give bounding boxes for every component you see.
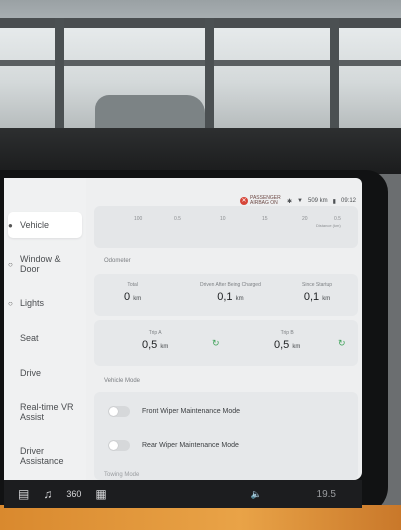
since-startup-value: 0,1 (303, 291, 320, 303)
unit: km (322, 296, 331, 302)
sidebar-item-seat[interactable]: Seat (8, 333, 82, 343)
sidebar-item-window-door[interactable]: ○ Window & Door (8, 254, 82, 274)
sidebar-item-label: Seat (20, 333, 39, 343)
trip-b-label: Trip B (280, 330, 294, 336)
camera-360-icon[interactable]: 360 (66, 489, 81, 499)
since-startup-stat: Since Startup 0,1 km (302, 282, 332, 303)
sidebar-item-label: Lights (20, 298, 45, 308)
door-icon: ○ (8, 260, 13, 269)
trip-a-value: 0,5 (142, 339, 158, 351)
sidebar-item-vr-assist[interactable]: Real-time VR Assist (8, 402, 82, 422)
assist-icon (8, 452, 16, 460)
airbag-status-text: PASSENGER AIRBAG ON (250, 195, 281, 206)
status-bar: ✕ PASSENGER AIRBAG ON ✱ ▼ 509 km ▮ 09:12 (240, 196, 356, 206)
trip-b-value: 0,5 (274, 339, 290, 351)
scale-tick: 0.5 (174, 216, 181, 222)
total-value: 0 (124, 291, 131, 303)
after-charge-stat: Driven After Being Charged 0,1 km (200, 282, 261, 303)
trip-card: Trip A 0,5 km ↻ Trip B 0,5 km ↻ (94, 320, 358, 366)
scale-tick: 15 (262, 216, 268, 222)
sidebar-item-label: Window & Door (20, 254, 61, 274)
dashboard-trim (0, 505, 401, 530)
scale-tick: 100 (134, 216, 143, 222)
rear-wiper-toggle[interactable] (108, 440, 130, 451)
battery-icon: ▮ (332, 198, 336, 205)
scale-tick: 10 (220, 216, 226, 222)
towing-mode-heading: Towing Mode (104, 472, 140, 478)
trip-a-label: Trip A (148, 330, 162, 336)
sidebar-item-drive[interactable]: Drive (8, 368, 82, 378)
total-label: Total (127, 282, 138, 288)
vehicle-mode-heading: Vehicle Mode (104, 378, 141, 384)
dashboard-top (0, 128, 401, 174)
infotainment-screen: ● Vehicle ○ Window & Door ○ Lights Seat … (4, 178, 362, 480)
wifi-icon: ▼ (297, 198, 303, 204)
front-wiper-toggle[interactable] (108, 406, 130, 417)
music-icon[interactable]: ♫ (43, 487, 52, 501)
airbag-icon: ✕ (240, 197, 248, 205)
rear-wiper-label: Rear Wiper Maintenance Mode (142, 442, 239, 449)
sidebar-item-lights[interactable]: ○ Lights (8, 298, 82, 308)
rear-wiper-row: Rear Wiper Maintenance Mode (108, 440, 239, 451)
toggle-knob (109, 441, 118, 450)
drive-icon (8, 369, 16, 377)
settings-sidebar: ● Vehicle ○ Window & Door ○ Lights Seat … (4, 178, 86, 480)
unit: km (160, 344, 169, 350)
sidebar-item-vehicle[interactable]: ● Vehicle (8, 212, 82, 238)
unit: km (235, 296, 244, 302)
airbag-indicator: ✕ PASSENGER AIRBAG ON (240, 196, 282, 206)
odometer-card: Total 0 km Driven After Being Charged 0,… (94, 274, 358, 316)
vehicle-settings-content: ✕ PASSENGER AIRBAG ON ✱ ▼ 509 km ▮ 09:12… (90, 178, 362, 480)
sidebar-item-label: Real-time VR Assist (20, 402, 74, 422)
light-icon: ○ (8, 299, 13, 308)
after-charge-value: 0,1 (217, 291, 233, 303)
clock: 09:12 (340, 198, 356, 204)
seat-icon (8, 334, 16, 342)
unit: km (292, 344, 301, 350)
sidebar-item-label: Vehicle (20, 220, 50, 230)
total-stat: Total 0 km (124, 282, 141, 303)
trip-b-reset-icon[interactable]: ↻ (338, 338, 346, 349)
distance-scale-panel: 100 0.5 10 15 20 0.5 Distance (km) (94, 206, 358, 248)
apps-grid-icon[interactable]: ▦ (95, 487, 106, 501)
front-wiper-row: Front Wiper Maintenance Mode (108, 406, 240, 417)
camera-icon (8, 408, 16, 416)
car-icon[interactable]: ▤ (18, 487, 29, 501)
scale-caption: Distance (km) (316, 223, 341, 228)
trip-b-stat: Trip B 0,5 km (274, 330, 300, 351)
scale-tick: 0.5 (334, 216, 341, 222)
bottom-taskbar: ▤ ♫ 360 ▦ 🔈 19.5 (4, 480, 362, 508)
unit: km (133, 296, 142, 302)
sidebar-item-label: Driver Assistance (20, 446, 64, 466)
front-wiper-label: Front Wiper Maintenance Mode (142, 408, 241, 415)
sidebar-item-label: Drive (20, 368, 42, 378)
volume-icon[interactable]: 🔈 (251, 489, 262, 500)
toggle-knob (109, 407, 118, 416)
trip-a-reset-icon[interactable]: ↻ (212, 338, 220, 349)
trip-a-stat: Trip A 0,5 km (142, 330, 168, 351)
climate-temperature[interactable]: 19.5 (317, 489, 336, 500)
car-icon: ● (8, 221, 13, 230)
odometer-heading: Odometer (104, 258, 131, 264)
range-readout: 509 km (307, 198, 328, 204)
sidebar-item-driver-assistance[interactable]: Driver Assistance (8, 446, 82, 466)
scale-tick: 20 (302, 216, 308, 222)
since-startup-label: Since Startup (302, 282, 333, 288)
after-charge-label: Driven After Being Charged (200, 282, 261, 288)
bluetooth-icon: ✱ (287, 198, 293, 205)
